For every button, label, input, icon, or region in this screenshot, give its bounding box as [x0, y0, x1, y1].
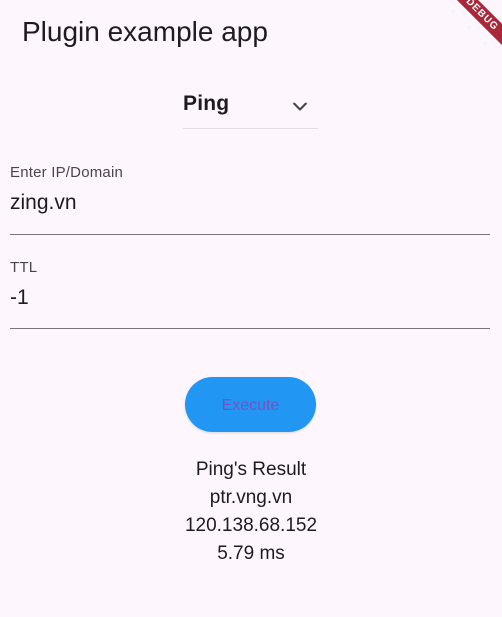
ip-domain-field: Enter IP/Domain — [10, 160, 490, 235]
ttl-field: TTL — [10, 255, 490, 329]
ttl-input[interactable] — [10, 283, 490, 313]
execute-button[interactable]: Execute — [185, 377, 316, 432]
dropdown-selected-value: Ping — [183, 92, 230, 115]
result-title: Ping's Result — [195, 459, 307, 480]
app-bar: Plugin example app DEBUG — [0, 0, 502, 66]
debug-ribbon-label: DEBUG — [442, 0, 502, 56]
mode-dropdown[interactable]: Ping — [183, 88, 318, 129]
result-ip: 120.138.68.152 — [184, 515, 318, 536]
ip-domain-label: Enter IP/Domain — [10, 164, 124, 181]
result-panel: Ping's Result ptr.vng.vn 120.138.68.152 … — [0, 456, 502, 568]
ip-domain-input[interactable] — [10, 188, 490, 218]
result-host: ptr.vng.vn — [209, 487, 293, 508]
chevron-down-icon — [293, 102, 307, 111]
debug-banner: DEBUG — [442, 0, 502, 60]
app-title: Plugin example app — [22, 16, 268, 47]
ttl-label: TTL — [10, 259, 38, 276]
result-time: 5.79 ms — [217, 543, 285, 564]
